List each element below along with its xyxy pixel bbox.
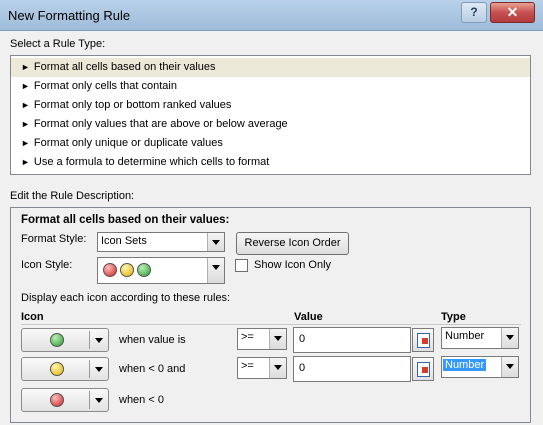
chevron-down-icon[interactable] xyxy=(501,357,518,377)
yellow-circle-icon xyxy=(120,263,135,277)
divider xyxy=(21,324,521,325)
value-input-2[interactable]: 0 xyxy=(293,356,411,382)
chevron-down-icon[interactable] xyxy=(269,329,286,349)
rule-description-heading: Format all cells based on their values: xyxy=(21,214,230,226)
operator-select-1[interactable]: >= xyxy=(237,328,287,350)
icon-column-header: Icon xyxy=(21,311,44,323)
chevron-down-icon[interactable] xyxy=(501,328,518,348)
title-bar: New Formatting Rule ? ✕ xyxy=(0,0,543,31)
select-rule-type-label: Select a Rule Type: xyxy=(10,38,106,50)
rule-description-panel: Format all cells based on their values: … xyxy=(10,207,531,423)
chevron-down-icon[interactable] xyxy=(207,233,224,251)
arrow-right-icon: ► xyxy=(21,81,30,91)
chevron-down-icon[interactable] xyxy=(207,258,224,283)
type-column-header: Type xyxy=(441,311,466,323)
edit-rule-description-label: Edit the Rule Description: xyxy=(10,190,135,202)
rule-type-item[interactable]: ► Format only top or bottom ranked values xyxy=(11,96,530,115)
arrow-right-icon: ► xyxy=(21,138,30,148)
type-select-2[interactable]: Number xyxy=(441,356,519,378)
icon-style-select[interactable] xyxy=(97,257,225,284)
arrow-right-icon: ► xyxy=(21,157,30,167)
chevron-down-icon[interactable] xyxy=(91,360,107,378)
rule-type-item[interactable]: ► Use a formula to determine which cells … xyxy=(11,153,530,172)
rule-condition: when value is xyxy=(119,334,186,346)
chevron-down-icon[interactable] xyxy=(91,391,107,409)
close-button[interactable]: ✕ xyxy=(490,2,535,23)
icon-picker-1[interactable] xyxy=(21,328,109,352)
display-rules-label: Display each icon according to these rul… xyxy=(21,292,231,304)
help-button[interactable]: ? xyxy=(461,2,487,23)
type-select-1[interactable]: Number xyxy=(441,327,519,349)
icon-picker-2[interactable] xyxy=(21,357,109,381)
rule-type-item[interactable]: ► Format only values that are above or be… xyxy=(11,115,530,134)
icon-picker-3[interactable] xyxy=(21,388,109,412)
icon-style-label: Icon Style: xyxy=(21,259,73,271)
chevron-down-icon[interactable] xyxy=(269,358,286,378)
red-circle-icon xyxy=(103,263,117,277)
chevron-down-icon[interactable] xyxy=(91,331,107,349)
value-input-1[interactable]: 0 xyxy=(293,327,411,353)
rule-type-item[interactable]: ► Format only cells that contain xyxy=(11,77,530,96)
rule-type-item[interactable]: ► Format only unique or duplicate values xyxy=(11,134,530,153)
rule-type-list: ► Format all cells based on their values … xyxy=(10,55,531,175)
arrow-right-icon: ► xyxy=(21,119,30,129)
green-circle-icon xyxy=(137,263,152,277)
reverse-icon-order-button[interactable]: Reverse Icon Order xyxy=(236,232,349,255)
window-title: New Formatting Rule xyxy=(8,8,131,23)
operator-select-2[interactable]: >= xyxy=(237,357,287,379)
rule-condition: when < 0 and xyxy=(119,363,186,375)
red-circle-icon xyxy=(50,393,64,407)
show-icon-only-checkbox[interactable] xyxy=(235,259,248,272)
rule-type-item[interactable]: ► Format all cells based on their values xyxy=(11,58,530,77)
show-icon-only-label: Show Icon Only xyxy=(254,259,332,271)
range-select-icon[interactable] xyxy=(412,328,434,352)
format-style-label: Format Style: xyxy=(21,233,87,245)
green-circle-icon xyxy=(50,333,64,347)
range-select-icon[interactable] xyxy=(412,357,434,381)
value-column-header: Value xyxy=(294,311,323,323)
format-style-select[interactable]: Icon Sets xyxy=(97,232,225,252)
yellow-circle-icon xyxy=(50,362,64,376)
arrow-right-icon: ► xyxy=(21,100,30,110)
rule-condition: when < 0 xyxy=(119,394,164,406)
arrow-right-icon: ► xyxy=(21,62,30,72)
